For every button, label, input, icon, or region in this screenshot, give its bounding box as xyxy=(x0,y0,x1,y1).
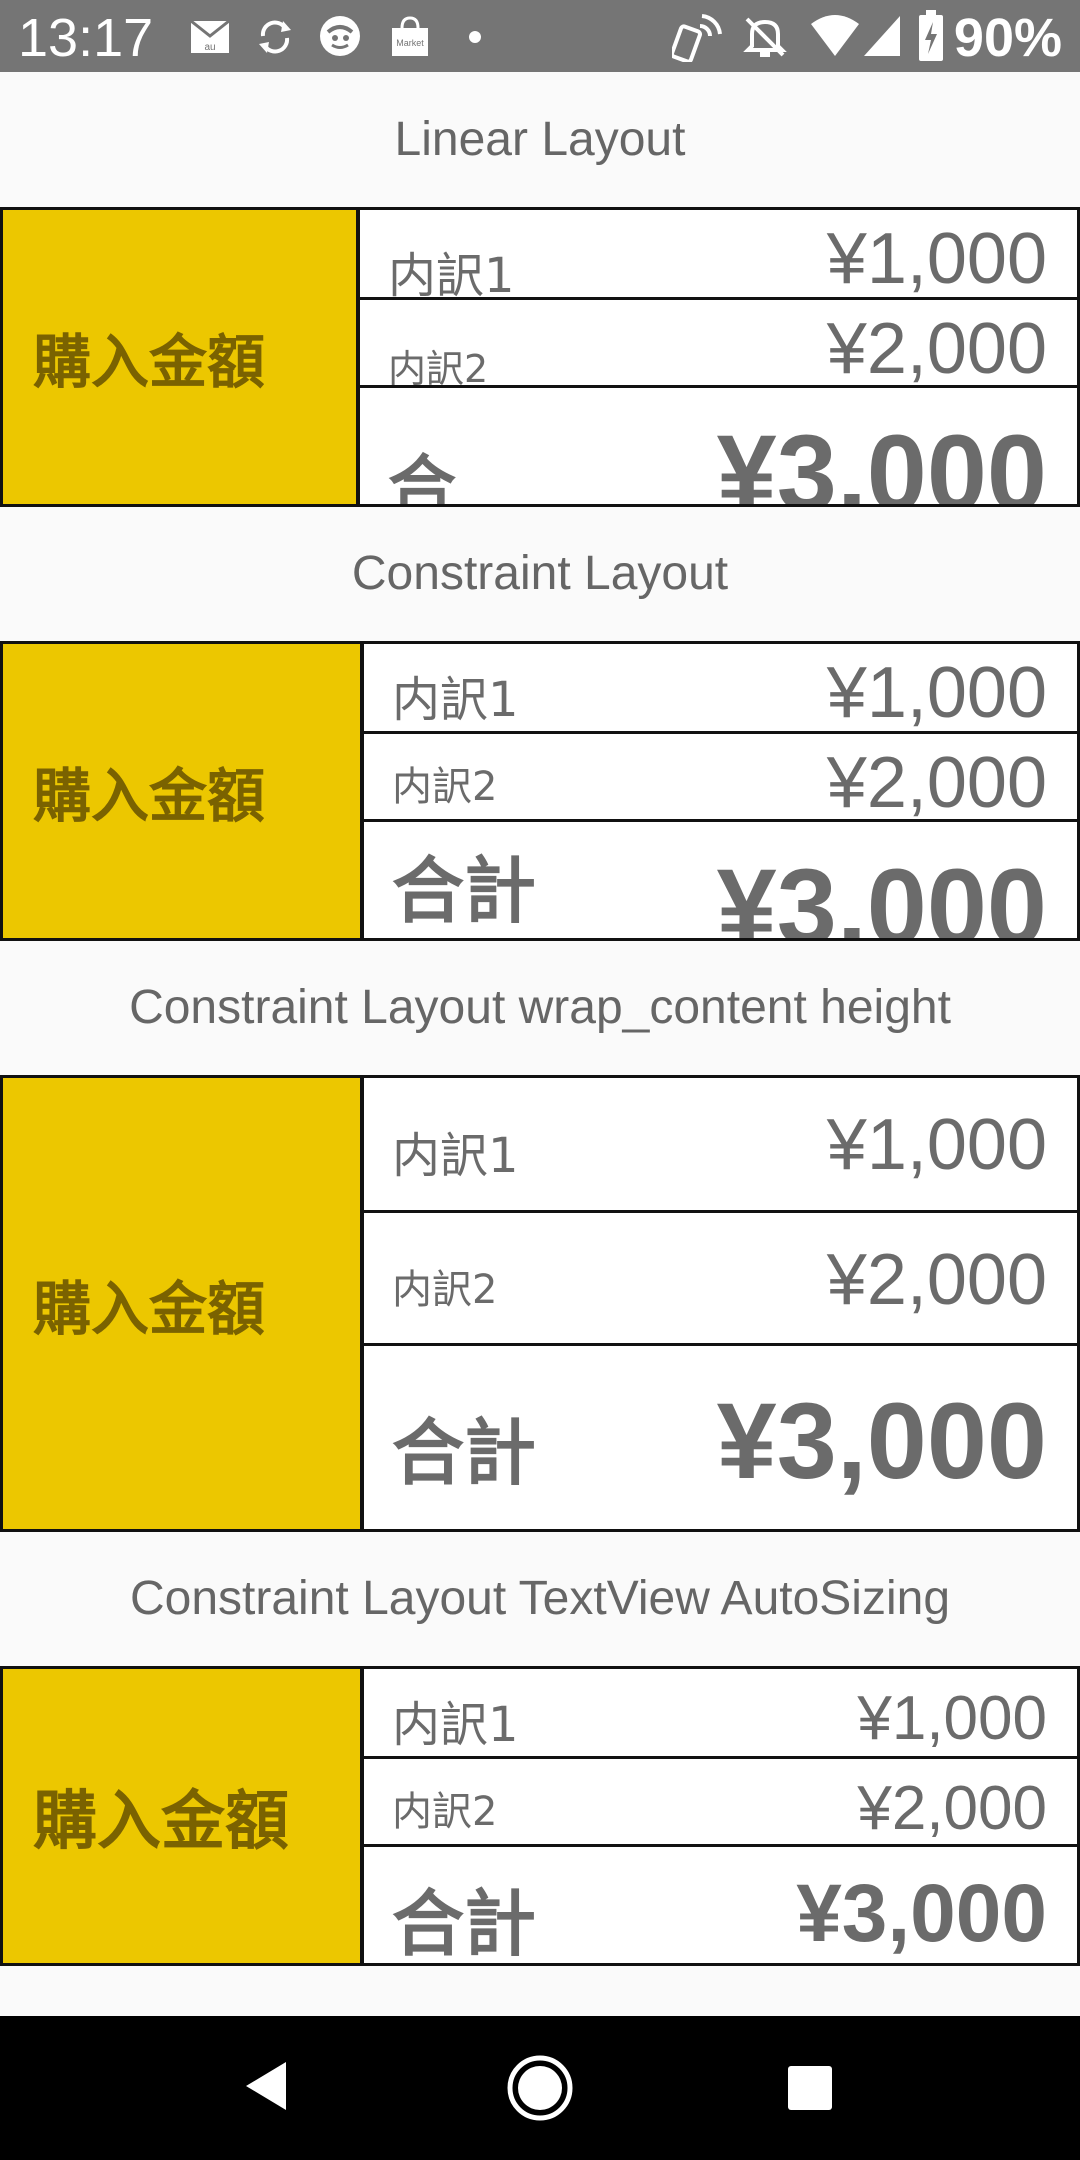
breakdown-label: 内訳2 xyxy=(392,764,498,810)
purchase-box: 購入金額 内訳1 ¥1,000 内訳2 ¥2,000 合計 ¥3,000 xyxy=(0,641,1080,941)
section-title: Constraint Layout wrap_content height xyxy=(129,981,951,1034)
breakdown-value: ¥1,000 xyxy=(826,653,1047,733)
breakdown-value: ¥2,000 xyxy=(826,743,1047,822)
battery-percent: 90% xyxy=(953,8,1062,68)
silent-icon xyxy=(743,17,787,57)
breakdown-row-1: 内訳1 ¥1,000 xyxy=(364,1078,1077,1213)
breakdown-row-2: 内訳2 ¥2,000 xyxy=(364,1213,1077,1346)
nfc-icon xyxy=(672,14,722,62)
svg-text:Market: Market xyxy=(396,38,424,48)
breakdown-value: ¥1,000 xyxy=(826,1105,1047,1185)
breakdown-row-2: 内訳2 ¥2,000 xyxy=(364,734,1077,822)
breakdown-row-2: 内訳2 ¥2,000 xyxy=(360,300,1077,388)
purchase-amount-label-cell: 購入金額 xyxy=(3,1669,364,1963)
sync-icon xyxy=(259,20,291,54)
market-icon: Market xyxy=(392,16,428,56)
breakdown-label: 内訳2 xyxy=(392,1267,498,1313)
breakdown-label: 内訳1 xyxy=(392,672,519,728)
purchase-amount-label-cell: 購入金額 xyxy=(3,1078,364,1529)
breakdown-value: ¥1,000 xyxy=(826,219,1047,299)
breakdown-label: 内訳2 xyxy=(388,347,489,388)
breakdown-row-1: 内訳1 ¥1,000 xyxy=(364,1669,1077,1759)
breakdown-value: ¥2,000 xyxy=(857,1774,1047,1843)
breakdown-table: 内訳1 ¥1,000 内訳2 ¥2,000 合計 ¥3,000 xyxy=(364,1078,1077,1529)
total-row: 合計 ¥3,000 xyxy=(364,1847,1077,1966)
purchase-amount-label: 購入金額 xyxy=(33,762,266,830)
purchase-amount-label: 購入金額 xyxy=(33,1785,289,1859)
purchase-box: 購入金額 内訳1 ¥1,000 内訳2 ¥2,000 合計 ¥3,000 xyxy=(0,1666,1080,1966)
breakdown-value: ¥1,000 xyxy=(857,1684,1047,1753)
status-time: 13:17 xyxy=(18,8,154,68)
purchase-amount-label: 購入金額 xyxy=(33,1274,266,1343)
section-title: Constraint Layout TextView AutoSizing xyxy=(129,1572,951,1625)
total-label: 合計 xyxy=(392,1882,537,1966)
battery-icon xyxy=(919,10,943,61)
signal-icon xyxy=(864,16,900,56)
total-value: ¥3,000 xyxy=(796,1868,1047,1959)
recents-icon[interactable] xyxy=(786,2064,834,2112)
breakdown-row-2: 内訳2 ¥2,000 xyxy=(364,1759,1077,1847)
svg-text:au: au xyxy=(204,42,215,53)
total-label: 合計 xyxy=(392,1411,537,1495)
dot-icon xyxy=(469,31,481,43)
wifi-icon xyxy=(811,15,859,56)
mail-icon: au xyxy=(190,20,230,53)
content: Linear Layout 購入金額 内訳1 ¥1,000 内訳2 ¥2,000… xyxy=(0,72,1080,2016)
section-title: Linear Layout xyxy=(394,113,686,166)
breakdown-table: 内訳1 ¥1,000 内訳2 ¥2,000 合計 ¥3,000 xyxy=(364,1669,1077,1963)
app-icon xyxy=(320,16,360,56)
back-icon[interactable] xyxy=(244,2060,288,2112)
breakdown-table: 内訳1 ¥1,000 内訳2 ¥2,000 合 ¥3,000 xyxy=(360,210,1077,504)
total-row: 合計 ¥3,000 xyxy=(364,822,1077,941)
total-label: 合計 xyxy=(392,849,537,933)
breakdown-table: 内訳1 ¥1,000 内訳2 ¥2,000 合計 ¥3,000 xyxy=(364,644,1077,938)
total-row: 合計 ¥3,000 xyxy=(364,1346,1077,1529)
purchase-box: 購入金額 内訳1 ¥1,000 内訳2 ¥2,000 合 ¥3,000 xyxy=(0,207,1080,507)
breakdown-value: ¥2,000 xyxy=(826,309,1047,388)
total-value: ¥3,000 xyxy=(716,1380,1047,1501)
purchase-box: 購入金額 内訳1 ¥1,000 内訳2 ¥2,000 合計 ¥3,000 xyxy=(0,1075,1080,1532)
section-title: Constraint Layout xyxy=(351,547,729,600)
purchase-amount-label-cell: 購入金額 xyxy=(3,644,364,938)
total-value: ¥3,000 xyxy=(716,412,1047,507)
breakdown-row-1: 内訳1 ¥1,000 xyxy=(360,210,1077,300)
breakdown-label: 内訳1 xyxy=(392,1697,519,1753)
breakdown-value: ¥2,000 xyxy=(826,1240,1047,1320)
purchase-amount-label: 購入金額 xyxy=(33,328,266,396)
total-value: ¥3,000 xyxy=(716,846,1047,941)
status-bar: 13:17 au Market 90% xyxy=(0,0,1080,72)
breakdown-row-1: 内訳1 ¥1,000 xyxy=(364,644,1077,734)
breakdown-label: 内訳1 xyxy=(388,248,515,300)
total-row: 合 ¥3,000 xyxy=(360,388,1077,507)
breakdown-label: 内訳2 xyxy=(392,1789,498,1835)
breakdown-label: 内訳1 xyxy=(392,1128,519,1184)
home-icon[interactable] xyxy=(506,2054,574,2122)
nav-bar xyxy=(0,2016,1080,2160)
purchase-amount-label-cell: 購入金額 xyxy=(3,210,360,504)
total-label: 合 xyxy=(388,449,457,507)
